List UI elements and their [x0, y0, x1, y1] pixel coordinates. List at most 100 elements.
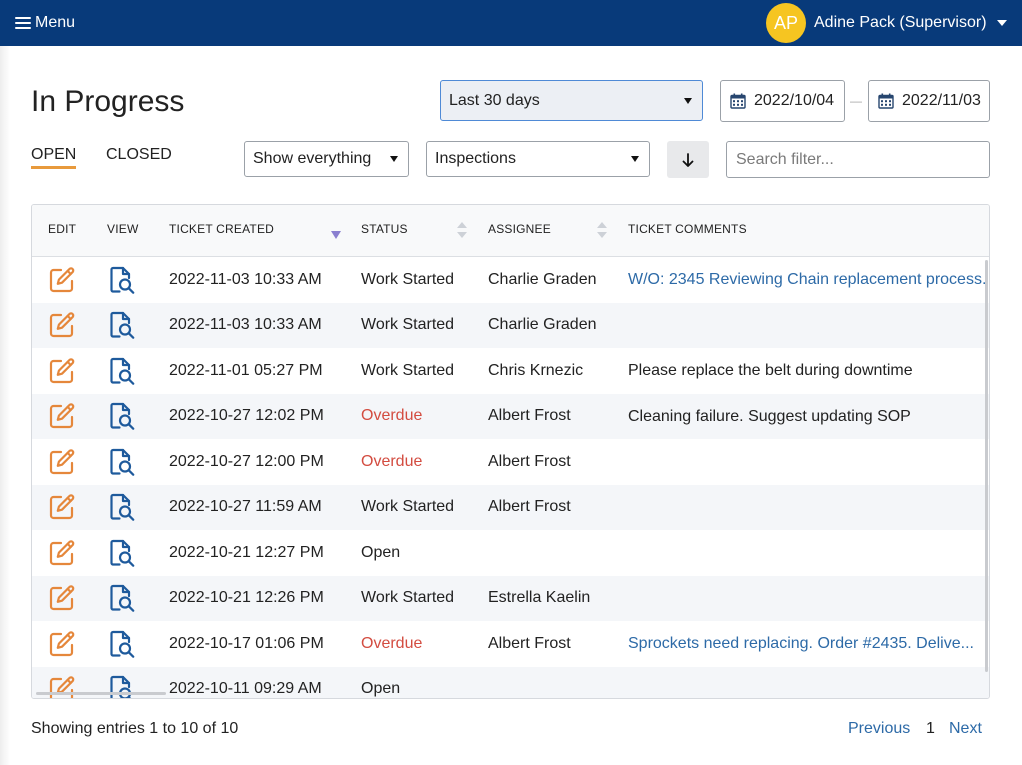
sort-both-icon[interactable]	[457, 222, 467, 238]
page-edge-shadow	[0, 46, 10, 765]
assignee-cell: Albert Frost	[488, 634, 571, 652]
end-date-value: 2022/11/03	[902, 92, 981, 109]
user-menu[interactable]: AP Adine Pack (Supervisor)	[766, 0, 1016, 46]
status-cell: Overdue	[361, 452, 423, 470]
menu-button[interactable]: Menu	[15, 0, 75, 46]
edit-icon	[49, 676, 75, 698]
pagination-page-1[interactable]: 1	[926, 719, 935, 739]
pagination-previous-link[interactable]: Previous	[848, 719, 910, 739]
sort-direction-button[interactable]	[667, 141, 709, 178]
edit-icon	[49, 494, 75, 520]
column-header-ticket-created[interactable]: TICKET CREATED	[169, 205, 274, 253]
edit-button[interactable]	[48, 530, 76, 576]
ticket-created-cell: 2022-10-17 01:06 PM	[169, 634, 324, 652]
arrow-down-icon	[682, 152, 694, 167]
view-button[interactable]	[108, 257, 136, 303]
status-cell: Open	[361, 680, 401, 698]
column-header-edit: EDIT	[48, 222, 77, 236]
status-cell: Work Started	[361, 316, 455, 334]
assignee-cell: Charlie Graden	[488, 316, 597, 334]
edit-icon	[49, 267, 75, 292]
ticket-type-value: Inspections	[435, 150, 516, 167]
status-cell: Work Started	[361, 498, 455, 516]
view-button[interactable]	[108, 576, 136, 622]
edit-button[interactable]	[48, 621, 76, 667]
edit-button[interactable]	[48, 576, 76, 622]
view-button[interactable]	[108, 348, 136, 394]
column-header-status[interactable]: STATUS	[361, 205, 408, 253]
edit-button[interactable]	[48, 257, 76, 303]
table-header-row: EDIT VIEW TICKET CREATED STATUS ASSIGNEE…	[32, 205, 989, 257]
user-name: Adine Pack (Supervisor)	[814, 14, 987, 31]
view-button[interactable]	[108, 530, 136, 576]
scope-select[interactable]: Show everything	[244, 141, 409, 177]
table-row: 2022-10-27 12:00 PM Overdue Albert Frost	[32, 439, 989, 485]
ticket-comment-link[interactable]: Sprockets need replacing. Order #2435. D…	[628, 621, 988, 667]
search-input[interactable]	[726, 141, 990, 178]
end-date-field[interactable]: 2022/11/03	[868, 80, 990, 122]
ticket-created-cell: 2022-11-03 10:33 AM	[169, 316, 322, 334]
edit-icon	[49, 403, 75, 429]
tab-closed[interactable]: CLOSED	[106, 145, 172, 169]
view-button[interactable]	[108, 303, 136, 349]
edit-button[interactable]	[48, 348, 76, 394]
table-row: 2022-11-03 10:33 AM Work Started Charlie…	[32, 257, 989, 303]
horizontal-scrollbar[interactable]	[36, 692, 166, 695]
table-row: 2022-10-17 01:06 PM Overdue Albert Frost…	[32, 621, 989, 667]
sort-both-icon[interactable]	[597, 222, 607, 238]
status-cell: Overdue	[361, 634, 423, 652]
ticket-type-select[interactable]: Inspections	[426, 141, 650, 177]
ticket-created-cell: 2022-11-01 05:27 PM	[169, 361, 323, 379]
table-row: 2022-11-01 05:27 PM Work Started Chris K…	[32, 348, 989, 394]
ticket-comment-cell	[628, 667, 988, 699]
vertical-scrollbar[interactable]	[985, 260, 988, 672]
view-document-icon	[110, 494, 135, 522]
assignee-cell: Albert Frost	[488, 452, 571, 470]
sort-desc-icon[interactable]	[331, 231, 341, 239]
edit-button[interactable]	[48, 303, 76, 349]
ticket-comment-cell	[628, 439, 988, 485]
hamburger-icon	[15, 17, 31, 29]
ticket-comment-link[interactable]: W/O: 2345 Reviewing Chain replacement pr…	[628, 257, 988, 303]
view-document-icon	[110, 266, 135, 294]
caret-down-icon	[684, 97, 692, 104]
edit-button[interactable]	[48, 394, 76, 440]
view-button[interactable]	[108, 394, 136, 440]
pagination-next-link[interactable]: Next	[949, 719, 982, 739]
date-range-select[interactable]: Last 30 days	[440, 80, 703, 121]
edit-icon	[49, 358, 75, 383]
view-button[interactable]	[108, 439, 136, 485]
edit-icon	[49, 585, 75, 611]
caret-down-icon	[390, 156, 398, 162]
tab-open[interactable]: OPEN	[31, 145, 77, 169]
view-document-icon	[110, 312, 135, 340]
edit-icon	[49, 449, 75, 474]
edit-button[interactable]	[48, 485, 76, 531]
assignee-cell: Charlie Graden	[488, 270, 597, 288]
status-cell: Work Started	[361, 270, 455, 288]
ticket-comment-cell: Cleaning failure. Suggest updating SOP	[628, 407, 911, 425]
table-row: 2022-10-11 09:29 AM Open	[32, 666, 989, 699]
column-header-assignee[interactable]: ASSIGNEE	[488, 205, 551, 253]
ticket-created-cell: 2022-10-21 12:26 PM	[169, 589, 324, 607]
start-date-field[interactable]: 2022/10/04	[720, 80, 845, 122]
scope-value: Show everything	[253, 150, 372, 167]
ticket-created-cell: 2022-10-11 09:29 AM	[169, 680, 322, 698]
entries-summary: Showing entries 1 to 10 of 10	[31, 720, 239, 737]
ticket-created-cell: 2022-10-21 12:27 PM	[169, 543, 324, 561]
view-button[interactable]	[108, 485, 136, 531]
assignee-cell: Albert Frost	[488, 498, 571, 516]
calendar-icon	[730, 93, 746, 109]
top-navigation-bar: Menu AP Adine Pack (Supervisor)	[0, 0, 1022, 46]
status-cell: Work Started	[361, 589, 455, 607]
table-row: 2022-10-27 12:02 PM Overdue Albert Frost…	[32, 393, 989, 440]
menu-label: Menu	[35, 14, 76, 31]
edit-button[interactable]	[48, 439, 76, 485]
view-button[interactable]	[108, 621, 136, 667]
view-document-icon	[110, 630, 135, 658]
caret-down-icon	[997, 20, 1007, 26]
ticket-created-cell: 2022-10-27 12:02 PM	[169, 407, 324, 425]
view-document-icon	[110, 585, 135, 613]
caret-down-icon	[631, 156, 639, 162]
status-cell: Work Started	[361, 361, 455, 379]
